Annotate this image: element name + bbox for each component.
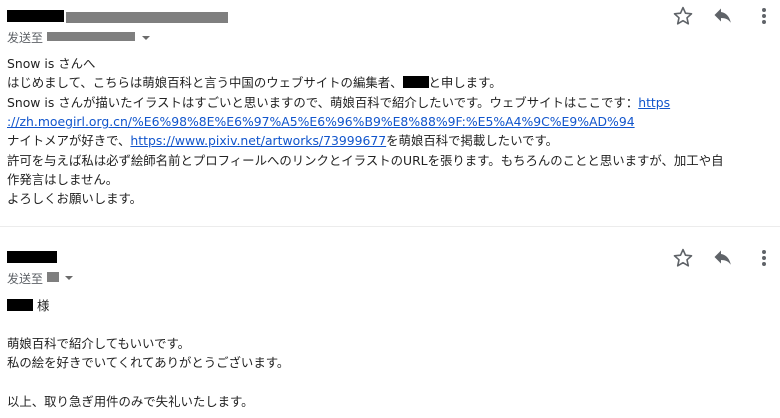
- recipient-name-redacted: [7, 299, 33, 311]
- more-vert-icon[interactable]: [752, 246, 776, 270]
- intro-line: はじめまして、こちらは萌娘百科と言う中国のウェブサイトの編集者、 と申します。: [7, 75, 502, 90]
- recipient-redacted: [47, 32, 135, 41]
- recipient-line[interactable]: 发送至: [7, 29, 43, 46]
- sender-name-redacted-2: [7, 251, 57, 263]
- recipient-prefix: 发送至: [7, 31, 44, 45]
- editor-name-redacted: [402, 76, 429, 88]
- site-link-part1[interactable]: https: [638, 95, 670, 110]
- dropdown-caret-icon[interactable]: [65, 276, 73, 280]
- artwork-link[interactable]: https://www.pixiv.net/artworks/73999677: [130, 133, 386, 148]
- site-intro-line: Snow is さんが描いたイラストはすごいと思いますので、萌娘百科で紹介したい…: [7, 95, 671, 110]
- dropdown-caret-icon[interactable]: [142, 36, 150, 40]
- reply-icon[interactable]: [711, 246, 735, 270]
- closing-line: よろしくお願いします。: [7, 191, 143, 206]
- permission-line: 許可を与えば私は必ず絵師名前とプロフィールへのリンクとイラストのURLを張ります…: [7, 153, 724, 168]
- reply-icon[interactable]: [711, 4, 735, 28]
- permission-line-2: 作発言はしません。: [7, 172, 119, 187]
- salutation-line: 様: [7, 296, 49, 316]
- artwork-line: ナイトメアが好きで、https://www.pixiv.net/artworks…: [7, 133, 559, 148]
- more-vert-icon[interactable]: [752, 4, 776, 28]
- reply-line-2: 私の絵を好きでいてくれてありがとうございます。: [7, 355, 290, 370]
- greeting: Snow is さんへ: [7, 56, 96, 71]
- site-link-part2[interactable]: ://zh.moegirl.org.cn/%E6%98%8E%E6%97%A5%…: [7, 114, 635, 129]
- message-divider: [0, 226, 780, 227]
- recipient-prefix-2: 发送至: [7, 272, 44, 286]
- star-icon[interactable]: [671, 246, 695, 270]
- site-url-line: ://zh.moegirl.org.cn/%E6%98%8E%E6%97%A5%…: [7, 112, 635, 132]
- reply-line-3: 以上、取り急ぎ用件のみで失礼いたします。: [7, 394, 254, 409]
- recipient-line-2[interactable]: 发送至: [7, 270, 43, 287]
- sender-name-redacted: [7, 10, 64, 22]
- star-icon[interactable]: [671, 4, 695, 28]
- sender-email-redacted: [66, 12, 228, 23]
- reply-line-1: 萌娘百科で紹介してもいいです。: [7, 336, 191, 351]
- recipient-redacted-2: [47, 272, 59, 282]
